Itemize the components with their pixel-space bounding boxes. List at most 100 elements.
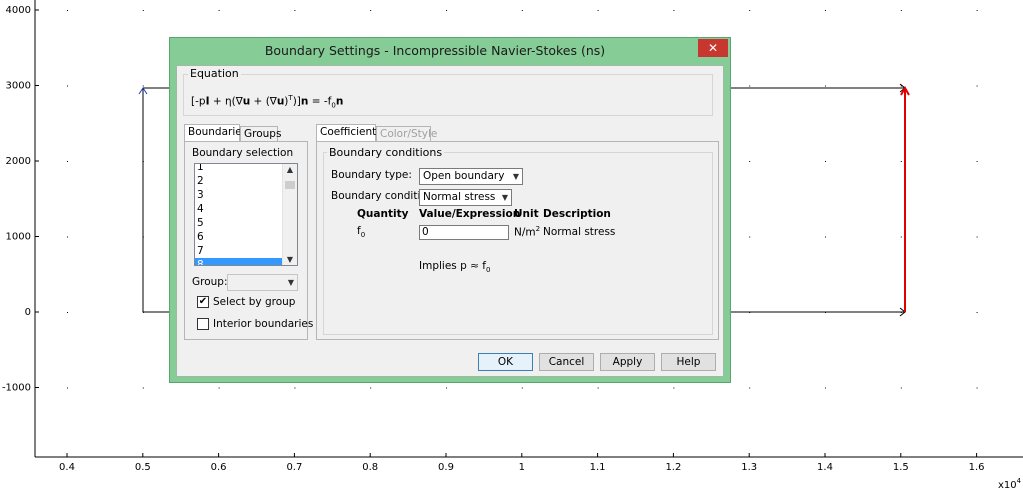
grid-dot	[976, 85, 978, 87]
grid-dot	[597, 10, 599, 11]
grid-dot	[976, 236, 978, 238]
grid-dot	[900, 236, 902, 238]
quantity-f0: f0	[357, 225, 366, 240]
tab-color-style[interactable]: Color/Style	[376, 126, 437, 142]
close-button[interactable]: ✕	[698, 39, 728, 57]
group-label: Group:	[192, 276, 228, 288]
x-tick-label: 0.9	[438, 462, 454, 473]
apply-button[interactable]: Apply	[600, 353, 655, 371]
grid-dot	[67, 236, 68, 238]
y-tick-label: 0	[25, 307, 31, 318]
x-tick-label: 1	[519, 462, 525, 473]
grid-dot	[67, 312, 68, 313]
boundary-selection-label: Boundary selection	[192, 147, 294, 159]
ok-button[interactable]: OK	[478, 353, 533, 371]
tab-groups[interactable]: Groups	[240, 126, 281, 142]
y-tick-label: 4000	[6, 5, 31, 16]
grid-dot	[825, 387, 826, 389]
scroll-thumb[interactable]	[285, 181, 295, 189]
boundary-condition-select[interactable]: Normal stress ▼	[419, 189, 512, 206]
y-tick-label: 3000	[6, 81, 31, 92]
header-value: Value/Expression	[419, 208, 521, 220]
x-tick-label: 0.8	[362, 462, 378, 473]
grid-dot	[825, 236, 826, 238]
grid-dot	[67, 161, 68, 162]
grid-dot	[976, 312, 978, 313]
grid-dot	[142, 85, 144, 87]
x-tick-label: 1.4	[817, 462, 833, 473]
boundary-list-items: 1 2 3 4 5 6 7 8	[195, 164, 285, 265]
scroll-up-icon[interactable]: ▲	[283, 165, 297, 174]
boundary-type-label: Boundary type:	[331, 169, 412, 181]
grid-dot	[67, 387, 68, 389]
grid-dot	[67, 85, 68, 87]
list-item[interactable]: 1	[195, 164, 285, 174]
x-tick-label: 0.6	[211, 462, 227, 473]
x-tick-label: 1.6	[969, 462, 985, 473]
interior-boundaries-checkbox[interactable]	[197, 318, 209, 330]
list-item[interactable]: 5	[195, 216, 285, 230]
y-tick-label: 1000	[6, 232, 31, 243]
grid-dot	[294, 10, 296, 11]
select-by-group-checkbox[interactable]: ✔	[197, 296, 209, 308]
dialog-client: Equation [-pI + η(∇u + (∇u)T)]n = -f0n B…	[176, 65, 724, 377]
boundary-conditions-group: Boundary conditions Boundary type: Open …	[323, 146, 713, 335]
list-item[interactable]: 7	[195, 244, 285, 258]
equation-group: Equation [-pI + η(∇u + (∇u)T)]n = -f0n	[183, 67, 713, 116]
scroll-down-icon[interactable]: ▼	[283, 255, 297, 264]
tab-coefficients[interactable]: Coefficients	[316, 124, 382, 142]
boundary-settings-dialog[interactable]: Boundary Settings - Incompressible Navie…	[169, 37, 731, 383]
grid-dot	[294, 387, 296, 389]
header-unit: Unit	[514, 208, 539, 220]
grid-dot	[976, 387, 978, 389]
x-tick-label: 0.5	[135, 462, 151, 473]
grid-dot	[446, 10, 447, 11]
x-tick-label: 1.5	[893, 462, 909, 473]
grid-dot	[749, 85, 751, 87]
x-tick-label: 0.4	[59, 462, 75, 473]
grid-dot	[142, 10, 144, 11]
x-tick-label: 1.1	[590, 462, 606, 473]
grid-dot	[900, 10, 902, 11]
list-item[interactable]: 3	[195, 188, 285, 202]
list-item[interactable]: 6	[195, 230, 285, 244]
grid-dot	[67, 10, 68, 11]
grid-dot	[218, 387, 220, 389]
dialog-title: Boundary Settings - Incompressible Navie…	[264, 43, 606, 58]
list-scrollbar[interactable]: ▲ ▼	[282, 164, 297, 265]
grid-dot	[900, 161, 902, 162]
boundary-type-select[interactable]: Open boundary ▼	[419, 168, 523, 185]
equation-text: [-pI + η(∇u + (∇u)T)]n = -f0n	[191, 94, 344, 110]
header-description: Description	[543, 208, 611, 220]
list-item[interactable]: 4	[195, 202, 285, 216]
boundaries-panel: Boundary selection 1 2 3 4 5 6 7 8 ▲ ▼ G…	[184, 141, 313, 340]
x-tick-label: 1.2	[665, 462, 681, 473]
help-button[interactable]: Help	[661, 353, 716, 371]
grid-dot	[597, 387, 599, 389]
grid-dot	[673, 387, 675, 389]
dialog-titlebar[interactable]: Boundary Settings - Incompressible Navie…	[170, 38, 730, 64]
list-item-selected[interactable]: 8	[195, 258, 285, 265]
grid-dot	[218, 10, 220, 11]
chevron-down-icon: ▼	[512, 172, 519, 181]
chevron-down-icon: ▼	[287, 278, 294, 287]
cancel-button[interactable]: Cancel	[539, 353, 594, 371]
grid-dot	[521, 10, 523, 11]
grid-dot	[976, 10, 978, 11]
description-label: Normal stress	[543, 226, 616, 238]
boundary-listbox[interactable]: 1 2 3 4 5 6 7 8 ▲ ▼	[194, 163, 298, 266]
list-item[interactable]: 2	[195, 174, 285, 188]
grid-dot	[825, 85, 826, 87]
grid-dot	[976, 161, 978, 162]
interior-boundaries-label: Interior boundaries	[213, 318, 314, 330]
grid-dot	[900, 387, 902, 389]
grid-dot	[446, 387, 447, 389]
boundary-type-value: Open boundary	[423, 170, 505, 182]
f0-value-input[interactable]: 0	[419, 225, 509, 240]
unit-label: N/m2	[514, 225, 541, 239]
boundary-condition-value: Normal stress	[423, 191, 496, 203]
tab-boundaries[interactable]: Boundaries	[184, 124, 247, 142]
y-tick-label: -1000	[2, 383, 31, 394]
select-by-group-label: Select by group	[213, 296, 296, 308]
group-combo[interactable]: ▼	[227, 274, 298, 291]
